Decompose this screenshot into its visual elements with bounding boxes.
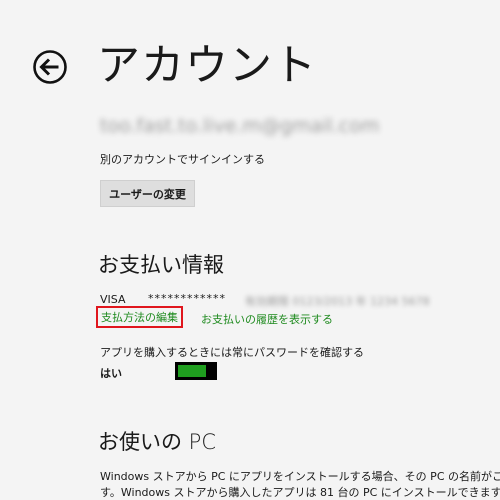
account-email: too.fast.to.live.m@gmail.com xyxy=(100,115,380,137)
card-details: 有効期限 0123/2013 年 1234 5678 xyxy=(245,295,430,308)
page-title: アカウント xyxy=(97,41,317,91)
account-page: アカウント too.fast.to.live.m@gmail.com 別のアカウ… xyxy=(0,0,500,500)
password-toggle-state: はい xyxy=(100,367,122,380)
pcs-description-line-2: す。Windows ストアから購入したアプリは 81 台の PC にインストール… xyxy=(100,486,500,499)
toggle-thumb[interactable] xyxy=(208,362,217,380)
pcs-description-line-1: Windows ストアから PC にアプリをインストールする場合、その PC の… xyxy=(100,470,500,483)
change-user-button[interactable]: ユーザーの変更 xyxy=(100,180,195,207)
password-prompt-label: アプリを購入するときには常にパスワードを確認する xyxy=(100,346,364,359)
pcs-description: Windows ストアから PC にアプリをインストールする場合、その PC の… xyxy=(100,469,500,500)
signin-with-other-account-text: 別のアカウントでサインインする xyxy=(100,153,265,166)
toggle-fill xyxy=(178,365,206,377)
password-toggle-switch[interactable] xyxy=(175,362,217,380)
edit-payment-method-link[interactable]: 支払方法の編集 xyxy=(96,306,183,328)
payment-info-heading: お支払い情報 xyxy=(98,253,224,277)
back-button[interactable] xyxy=(32,49,68,85)
view-payment-history-link[interactable]: お支払いの履歴を表示する xyxy=(201,311,333,327)
card-type: VISA xyxy=(100,293,126,306)
card-number: ************ xyxy=(148,292,226,305)
back-arrow-icon xyxy=(33,50,67,84)
your-pcs-heading: お使いの PC xyxy=(98,430,217,454)
